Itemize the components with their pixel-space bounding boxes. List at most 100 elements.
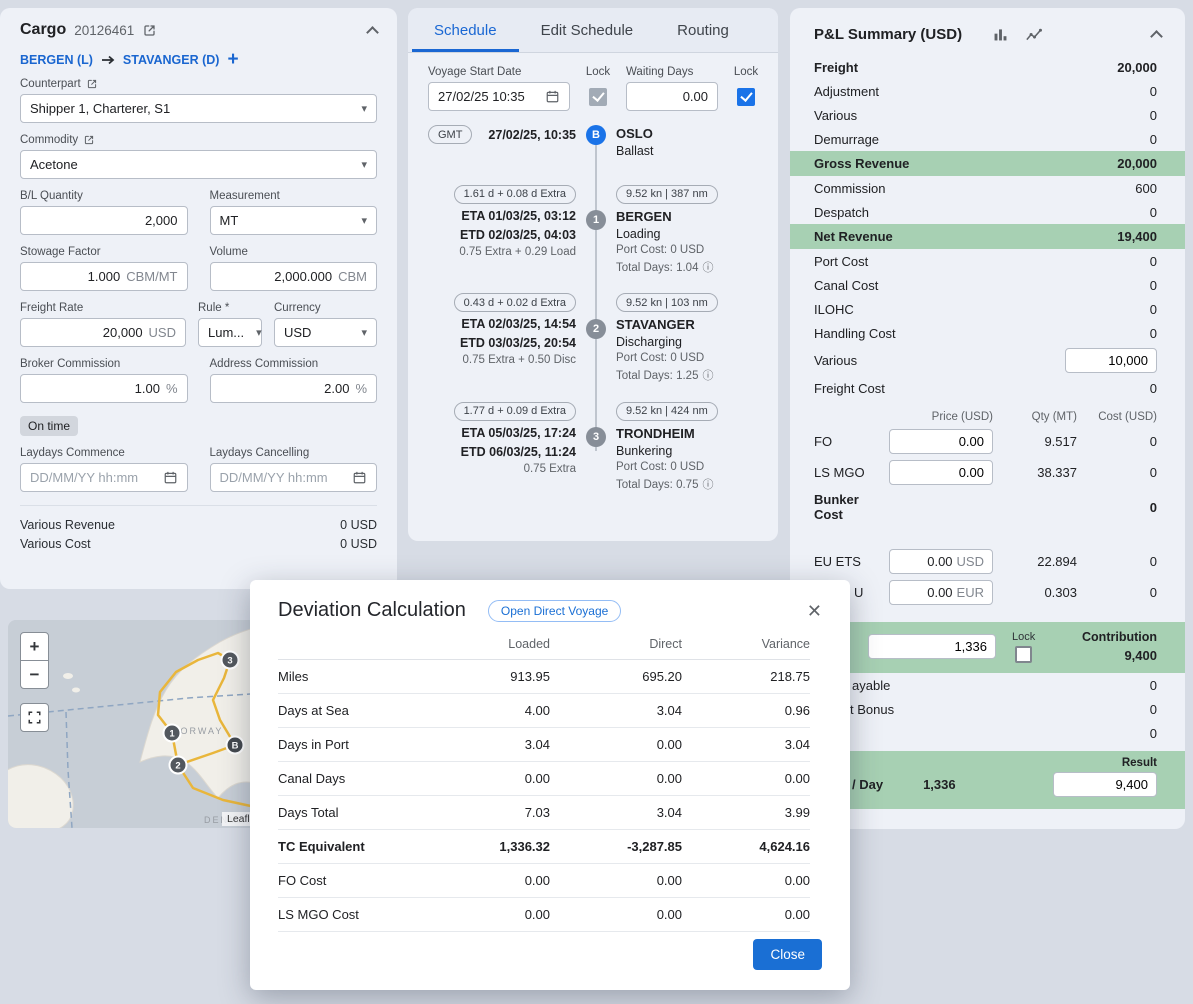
- tab-schedule[interactable]: Schedule: [412, 8, 519, 52]
- port-sequence-badge: 3: [586, 427, 606, 447]
- ballast-port-badge: B: [586, 125, 606, 145]
- cell-direct: 3.04: [550, 796, 682, 830]
- cell-loaded: 0.00: [424, 864, 550, 898]
- bl-quantity-input[interactable]: [30, 213, 178, 228]
- counterpart-select[interactable]: Shipper 1, Charterer, S1: [20, 94, 377, 123]
- measurement-select[interactable]: MT: [210, 206, 378, 235]
- volume-input[interactable]: [220, 269, 333, 284]
- external-link-icon[interactable]: [86, 78, 98, 90]
- pnl-row-value: 0: [1150, 278, 1157, 293]
- commodity-select[interactable]: Acetone: [20, 150, 377, 179]
- pnl-row-label: Demurrage: [814, 132, 879, 147]
- various-cost-input[interactable]: [1074, 353, 1148, 368]
- laydays-commence-input[interactable]: [30, 470, 157, 485]
- zoom-in-button[interactable]: [20, 632, 49, 661]
- waiting-days-input[interactable]: [636, 89, 708, 104]
- external-link-icon[interactable]: [83, 134, 95, 146]
- eu-ets-price-value[interactable]: 0.00: [927, 554, 952, 569]
- counterpart-value: Shipper 1, Charterer, S1: [30, 101, 170, 116]
- stowage-factor-input[interactable]: [30, 269, 120, 284]
- gross-revenue-row: Gross Revenue20,000: [790, 151, 1185, 176]
- eua-price-value[interactable]: 0.00: [927, 585, 952, 600]
- result-header: Result: [814, 757, 1157, 769]
- sea-days-chip: 1.77 d + 0.09 d Extra: [454, 402, 576, 421]
- freight-rate-field: USD: [20, 318, 186, 347]
- analytics-chart-icon[interactable]: [1025, 26, 1044, 43]
- pnl-row-value: 20,000: [1117, 156, 1157, 171]
- tce-input[interactable]: [877, 639, 987, 654]
- rule-label: Rule *: [198, 302, 262, 314]
- bunker-total-value: 0: [1085, 500, 1157, 515]
- address-commission-input[interactable]: [220, 381, 350, 396]
- counterpart-label: Counterpart: [20, 78, 81, 90]
- currency-select[interactable]: USD: [274, 318, 377, 347]
- sea-days-chip: 0.43 d + 0.02 d Extra: [454, 293, 576, 312]
- waiting-days-lock-checkbox[interactable]: [737, 88, 755, 106]
- map-marker-3[interactable]: 3: [222, 652, 239, 669]
- bl-quantity-label: B/L Quantity: [20, 190, 188, 202]
- discharge-port-link[interactable]: STAVANGER (D): [123, 53, 220, 67]
- add-port-button[interactable]: [227, 53, 238, 67]
- close-icon[interactable]: [807, 602, 822, 620]
- lsmgo-price-input[interactable]: [898, 465, 984, 480]
- fo-price-input[interactable]: [898, 434, 984, 449]
- cell-variance: 3.99: [682, 796, 810, 830]
- pnl-row-label: Various: [814, 108, 857, 123]
- tab-edit-schedule[interactable]: Edit Schedule: [519, 8, 656, 52]
- map-marker-1[interactable]: 1: [164, 725, 181, 742]
- close-button[interactable]: Close: [753, 939, 822, 970]
- broker-commission-label: Broker Commission: [20, 358, 188, 370]
- various-cost-value: 0 USD: [340, 537, 377, 551]
- commodity-label: Commodity: [20, 134, 78, 146]
- calendar-icon[interactable]: [352, 470, 367, 485]
- result-input[interactable]: [1062, 777, 1148, 792]
- bunker-cost-header: Cost (USD): [1085, 411, 1157, 423]
- voyage-start-lock-checkbox[interactable]: [589, 88, 607, 106]
- row-label: Miles: [278, 660, 424, 694]
- eta: ETA 02/03/25, 14:54: [428, 317, 576, 331]
- total-days[interactable]: Total Days: 0.75: [616, 476, 768, 492]
- net-revenue-row: Net Revenue19,400: [790, 224, 1185, 249]
- cell-loaded: 0.00: [424, 898, 550, 932]
- voyage-timeline: GMT 27/02/25, 10:35 B OSLO Ballast 1.61 …: [408, 111, 778, 492]
- timeline-leg-row: 1.61 d + 0.08 d Extra ETA 01/03/25, 03:1…: [428, 184, 768, 275]
- freight-rate-input[interactable]: [30, 325, 143, 340]
- map-marker-2[interactable]: 2: [170, 757, 187, 774]
- total-days[interactable]: Total Days: 1.25: [616, 367, 768, 383]
- map-marker-b[interactable]: B: [227, 737, 244, 754]
- modal-title: Deviation Calculation: [278, 599, 466, 622]
- bunker-row-label: FO: [814, 434, 881, 449]
- total-days[interactable]: Total Days: 1.04: [616, 259, 768, 275]
- load-port-link[interactable]: BERGEN (L): [20, 53, 93, 67]
- tab-routing[interactable]: Routing: [655, 8, 751, 52]
- broker-commission-input[interactable]: [30, 381, 160, 396]
- bunker-row-label: LS MGO: [814, 465, 881, 480]
- svg-text:2: 2: [175, 761, 180, 772]
- tce-lock-checkbox[interactable]: [1015, 646, 1032, 663]
- open-direct-voyage-button[interactable]: Open Direct Voyage: [488, 600, 621, 622]
- bar-chart-icon[interactable]: [992, 26, 1009, 43]
- fullscreen-button[interactable]: [20, 703, 49, 732]
- various-cost-label: Various Cost: [20, 537, 91, 551]
- collapse-pnl-chevron-icon[interactable]: [1150, 30, 1163, 43]
- collapse-cargo-chevron-icon[interactable]: [366, 26, 379, 39]
- laydays-cancelling-input[interactable]: [220, 470, 347, 485]
- cell-direct: 695.20: [550, 660, 682, 694]
- timeline-leg-row: 0.43 d + 0.02 d Extra ETA 02/03/25, 14:5…: [428, 293, 768, 384]
- zoom-out-button[interactable]: [20, 660, 49, 689]
- volume-unit: CBM: [338, 269, 367, 284]
- voyage-start-input[interactable]: [438, 89, 539, 104]
- external-link-icon[interactable]: [142, 23, 157, 38]
- address-commission-field: %: [210, 374, 378, 403]
- pnl-row-label: Freight: [814, 60, 858, 75]
- contribution-value: 9,400: [1082, 648, 1157, 663]
- rule-select[interactable]: Lum...: [198, 318, 262, 347]
- calendar-icon[interactable]: [545, 89, 560, 104]
- cell-direct: 0.00: [550, 728, 682, 762]
- broker-commission-field: %: [20, 374, 188, 403]
- port-sequence-badge: 1: [586, 210, 606, 230]
- schedule-tab-bar: Schedule Edit Schedule Routing: [408, 8, 778, 53]
- calendar-icon[interactable]: [163, 470, 178, 485]
- cell-loaded: 0.00: [424, 762, 550, 796]
- pnl-row-value: 0: [1150, 726, 1157, 741]
